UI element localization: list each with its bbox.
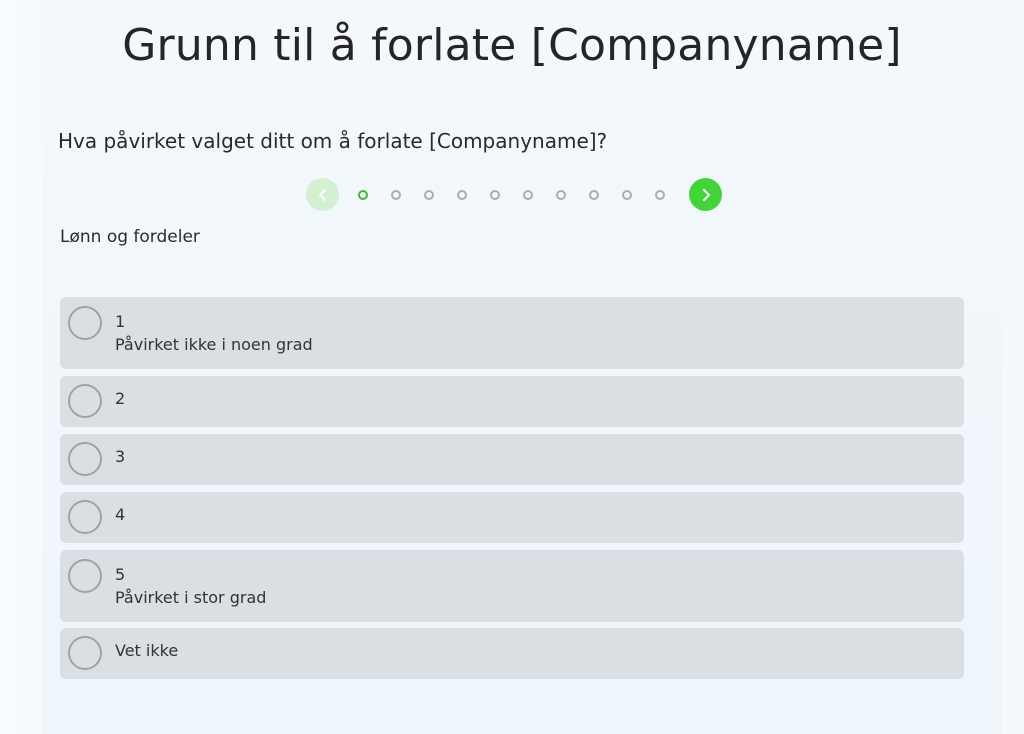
- option-description: Påvirket i stor grad: [115, 588, 267, 607]
- option-4[interactable]: 4: [60, 492, 964, 543]
- radio-button[interactable]: [68, 384, 102, 418]
- pager-dot-10[interactable]: [655, 190, 665, 200]
- option-dont-know[interactable]: Vet ikke: [60, 628, 964, 679]
- radio-button[interactable]: [68, 442, 102, 476]
- pager-dot-2[interactable]: [391, 190, 401, 200]
- chevron-right-icon: [702, 188, 710, 201]
- page-title: Grunn til å forlate [Companyname]: [122, 20, 902, 71]
- pager-dot-8[interactable]: [589, 190, 599, 200]
- option-5[interactable]: 5 Påvirket i stor grad: [60, 550, 964, 622]
- radio-button[interactable]: [68, 306, 102, 340]
- option-description: Påvirket ikke i noen grad: [115, 335, 313, 354]
- option-value: 4: [115, 505, 126, 524]
- pager-dot-7[interactable]: [556, 190, 566, 200]
- radio-button[interactable]: [68, 636, 102, 670]
- category-label: Lønn og fordeler: [60, 227, 200, 247]
- question-text: Hva påvirket valget ditt om å forlate [C…: [58, 129, 608, 153]
- option-3[interactable]: 3: [60, 434, 964, 485]
- pager-dot-3[interactable]: [424, 190, 434, 200]
- option-2[interactable]: 2: [60, 376, 964, 427]
- option-value: 3: [115, 447, 126, 466]
- chevron-left-icon: [318, 188, 326, 201]
- pager-dot-1[interactable]: [358, 190, 368, 200]
- option-value: 2: [115, 389, 126, 408]
- pager-dot-5[interactable]: [490, 190, 500, 200]
- pager-dot-6[interactable]: [523, 190, 533, 200]
- radio-button[interactable]: [68, 559, 102, 593]
- next-button[interactable]: [689, 178, 722, 211]
- radio-button[interactable]: [68, 500, 102, 534]
- option-1[interactable]: 1 Påvirket ikke i noen grad: [60, 297, 964, 369]
- previous-button[interactable]: [306, 178, 339, 211]
- pager-dot-4[interactable]: [457, 190, 467, 200]
- pager-dot-9[interactable]: [622, 190, 632, 200]
- option-value: 1: [115, 312, 126, 331]
- option-value: 5: [115, 565, 126, 584]
- question-pager: [306, 178, 726, 211]
- option-value: Vet ikke: [115, 641, 179, 660]
